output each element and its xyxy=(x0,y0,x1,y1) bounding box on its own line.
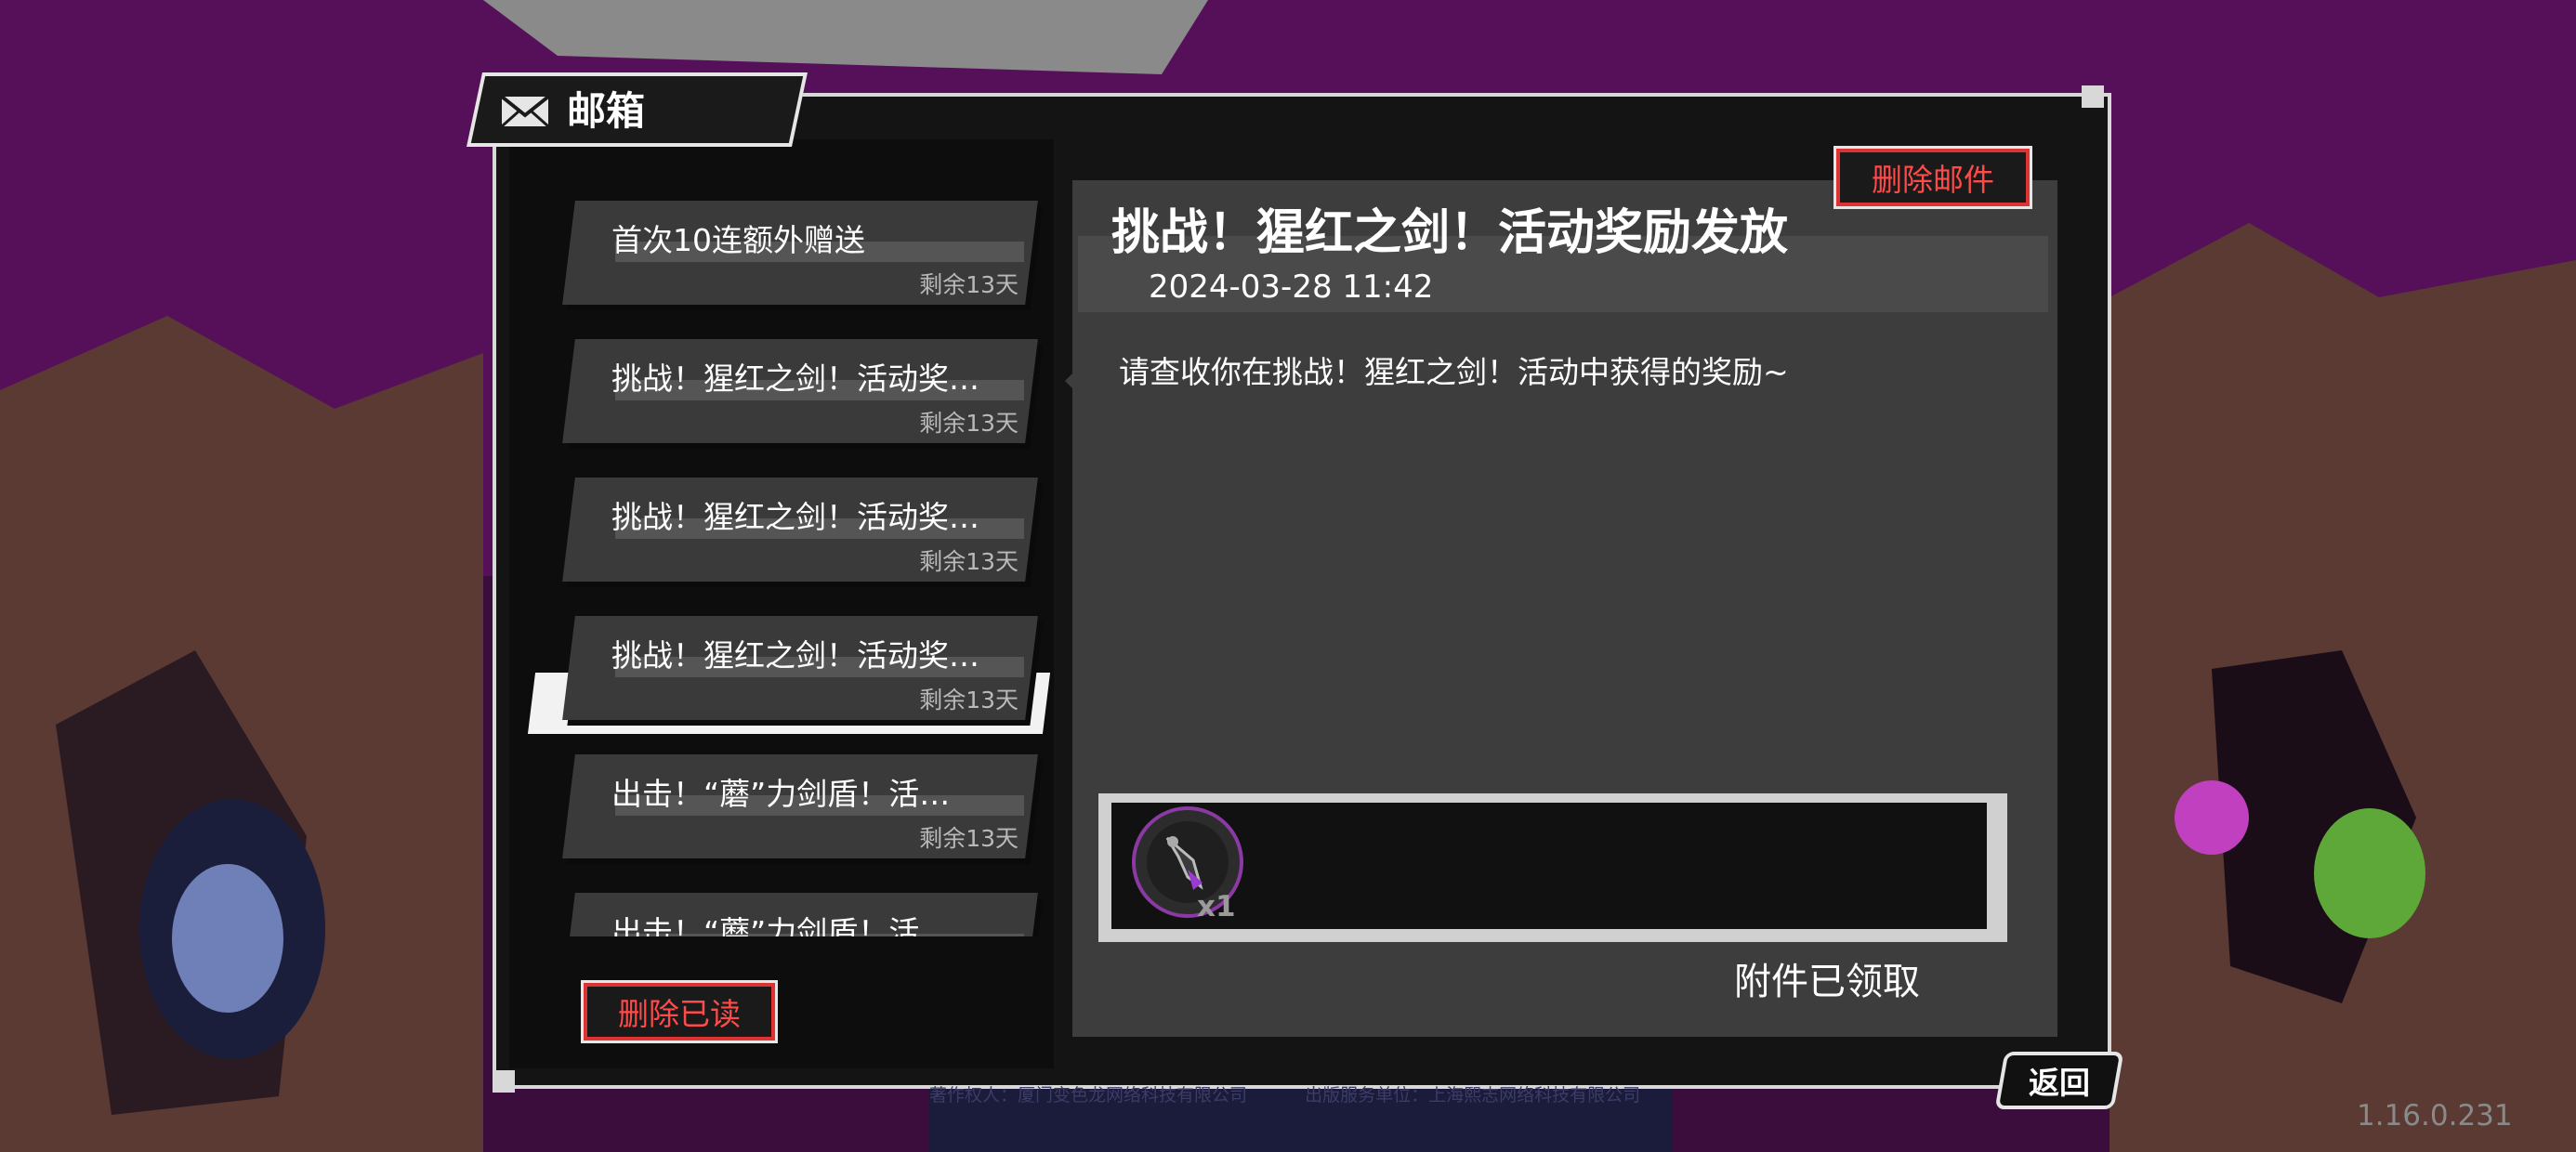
envelope-icon xyxy=(500,95,550,128)
mail-remaining: 剩余13天 xyxy=(919,410,1019,437)
attachment-count: x1 xyxy=(1197,890,1236,923)
publisher-text: 出版服务单位：上海熙志网络科技有限公司 xyxy=(1305,1085,1641,1106)
delete-mail-button[interactable]: 删除邮件 xyxy=(1833,146,2032,209)
mail-item[interactable]: 挑战！猩红之剑！活动奖… 剩余13天 xyxy=(562,339,1038,443)
page-title: 邮箱 xyxy=(567,88,646,134)
mail-item[interactable]: 首次10连额外赠送 剩余13天 xyxy=(562,201,1038,305)
mail-remaining: 剩余13天 xyxy=(919,271,1019,298)
mail-list[interactable]: 首次10连额外赠送 剩余13天 挑战！猩红之剑！活动奖… 剩余13天 挑战！猩红… xyxy=(520,186,1059,936)
panel-corner xyxy=(493,1070,515,1093)
mail-detail-body: 请查收你在挑战！猩红之剑！活动中获得的奖励~ xyxy=(1119,354,1789,390)
back-button[interactable]: 返回 xyxy=(1994,1052,2124,1109)
mail-item[interactable]: 出击！“蘑”力剑盾！活… 剩余13天 xyxy=(562,754,1038,858)
mail-item[interactable]: 出击！“蘑”力剑盾！活… xyxy=(562,893,1038,936)
copyright-text: 著作权人：厦门变色龙网络科技有限公司 xyxy=(929,1085,1248,1106)
footer-copyright: 著作权人：厦门变色龙网络科技有限公司 出版服务单位：上海熙志网络科技有限公司 xyxy=(929,1083,1640,1107)
mail-item[interactable]: 挑战！猩红之剑！活动奖… 剩余13天 xyxy=(562,478,1038,582)
mail-detail-title: 挑战！猩红之剑！活动奖励发放 xyxy=(1111,205,1789,261)
mail-remaining: 剩余13天 xyxy=(919,825,1019,852)
mail-detail-date: 2024-03-28 11:42 xyxy=(1149,268,1434,306)
panel-corner xyxy=(2082,85,2104,108)
mail-title: 挑战！猩红之剑！活动奖… xyxy=(611,360,979,397)
delete-read-button[interactable]: 删除已读 xyxy=(581,980,778,1043)
mail-title: 出击！“蘑”力剑盾！活… xyxy=(611,776,951,812)
mail-remaining: 剩余13天 xyxy=(919,687,1019,713)
mail-title: 出击！“蘑”力剑盾！活… xyxy=(611,914,951,936)
attachment-status: 附件已领取 xyxy=(1734,961,1920,1003)
mail-item-selected[interactable]: 挑战！猩红之剑！活动奖… 剩余13天 xyxy=(562,616,1038,720)
back-label: 返回 xyxy=(2029,1065,2090,1101)
selection-pointer xyxy=(1065,366,1080,396)
mail-title: 挑战！猩红之剑！活动奖… xyxy=(611,637,979,674)
mail-title: 挑战！猩红之剑！活动奖… xyxy=(611,499,979,535)
mail-title: 首次10连额外赠送 xyxy=(611,222,865,258)
mail-remaining: 剩余13天 xyxy=(919,548,1019,575)
version-label: 1.16.0.231 xyxy=(2357,1099,2513,1132)
